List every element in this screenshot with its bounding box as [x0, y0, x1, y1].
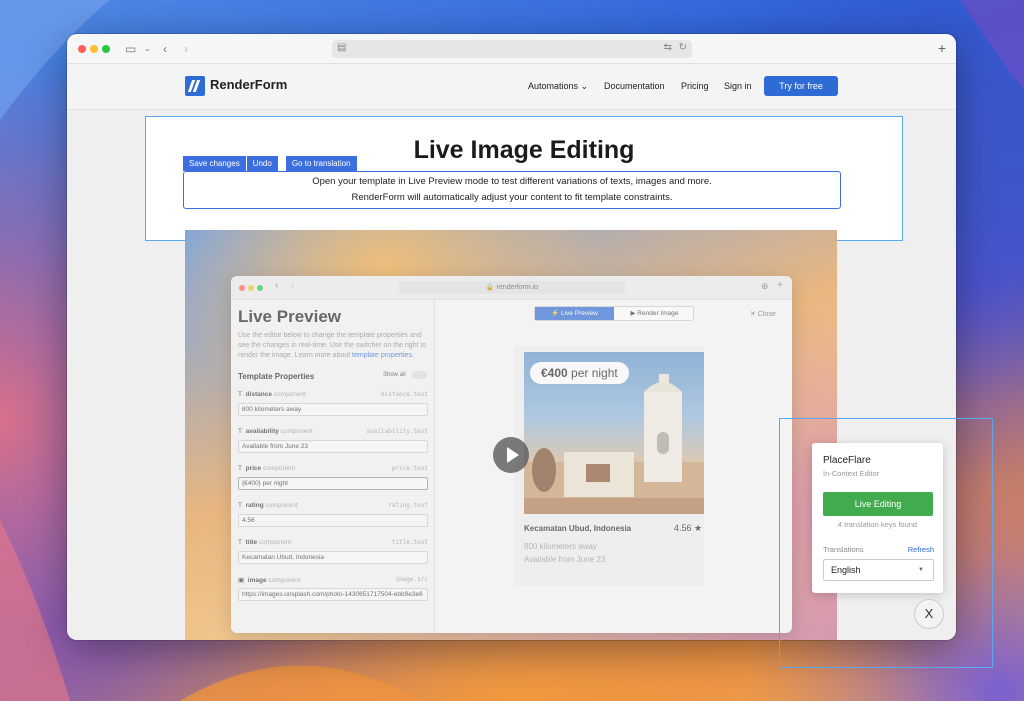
new-tab-icon[interactable]: +	[938, 40, 946, 56]
address-bar[interactable]: ▤ ⇆ ↻	[332, 40, 692, 58]
description-editor[interactable]: Open your template in Live Preview mode …	[183, 171, 841, 209]
description-line-1: Open your template in Live Preview mode …	[312, 176, 712, 187]
renderform-logo-icon[interactable]	[185, 76, 205, 96]
forward-icon[interactable]: ›	[184, 41, 188, 57]
chevron-down-icon[interactable]: ⌄	[144, 41, 151, 57]
description-line-2: RenderForm will automatically adjust you…	[351, 192, 673, 203]
translation-keys-count: 4 translation keys found	[837, 520, 918, 529]
site-header: RenderForm Automations ⌄ Documentation P…	[67, 64, 956, 110]
save-changes-button[interactable]: Save changes	[183, 156, 246, 171]
translate-icon[interactable]: ⇆	[664, 42, 672, 53]
chevron-down-icon: ⌄	[580, 81, 589, 91]
hero-edit-region: Live Image Editing Save changes Undo Go …	[145, 116, 903, 241]
nav-automations[interactable]: Automations ⌄	[528, 81, 588, 92]
play-video-button[interactable]	[493, 437, 529, 473]
close-placeflare-button[interactable]: X	[914, 599, 944, 629]
page-icon: ▤	[337, 42, 347, 53]
caret-down-icon: ▼	[918, 567, 924, 573]
undo-button[interactable]: Undo	[246, 156, 278, 171]
screenshot-dim-overlay	[185, 230, 837, 640]
nav-documentation[interactable]: Documentation	[604, 81, 665, 91]
go-to-translation-button[interactable]: Go to translation	[285, 156, 357, 171]
minimize-window-button[interactable]	[90, 45, 98, 53]
try-for-free-button[interactable]: Try for free	[764, 76, 838, 96]
zoom-window-button[interactable]	[102, 45, 110, 53]
nav-pricing[interactable]: Pricing	[681, 81, 709, 91]
product-screenshot: ‹ › 🔒 renderform.io ⊕ + Live Preview Use…	[185, 230, 837, 640]
live-editing-button[interactable]: Live Editing	[823, 492, 933, 516]
logo-text[interactable]: RenderForm	[210, 77, 287, 92]
reload-icon[interactable]: ↻	[679, 42, 687, 53]
close-window-button[interactable]	[78, 45, 86, 53]
placeflare-subtitle: In-Context Editor	[823, 469, 880, 478]
refresh-link[interactable]: Refresh	[908, 545, 934, 554]
placeflare-panel: PlaceFlare In-Context Editor Live Editin…	[812, 443, 943, 593]
browser-toolbar: ▭ ⌄ ‹ › ▤ ⇆ ↻ +	[67, 34, 956, 64]
translations-label: Translations	[823, 545, 864, 554]
edit-toolbar: Save changes Undo Go to translation	[183, 156, 358, 171]
language-select[interactable]: English ▼	[823, 559, 934, 581]
placeflare-title: PlaceFlare	[823, 455, 871, 466]
back-icon[interactable]: ‹	[163, 41, 167, 57]
sidebar-icon[interactable]: ▭	[125, 41, 136, 57]
language-select-value: English	[831, 565, 861, 575]
nav-sign-in[interactable]: Sign in	[724, 81, 752, 91]
